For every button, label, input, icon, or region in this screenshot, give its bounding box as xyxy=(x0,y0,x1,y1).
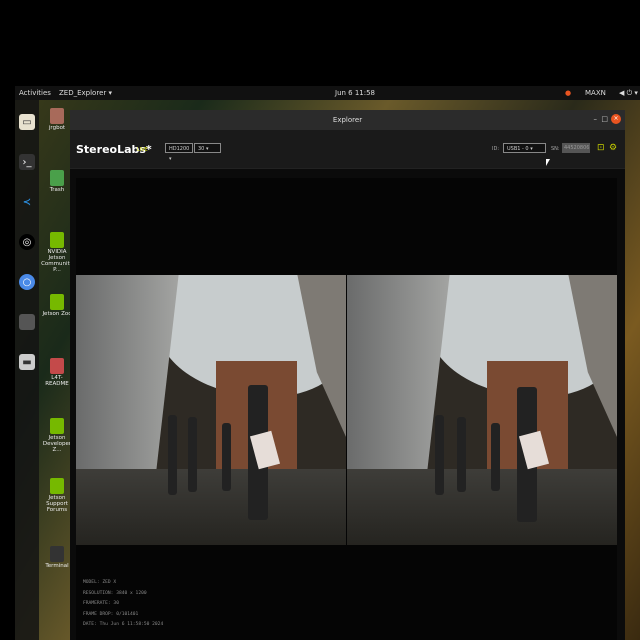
clock[interactable]: Jun 6 11:58 xyxy=(335,89,375,97)
status-icons[interactable]: ◀ ⏻ ▾ xyxy=(619,89,638,98)
right-camera-view xyxy=(347,275,617,545)
title-bar[interactable]: Explorer – □ × xyxy=(70,110,625,130)
top-bar: Activities ZED_Explorer ▾ Jun 6 11:58 ● … xyxy=(15,86,640,100)
close-button[interactable]: × xyxy=(611,114,621,124)
obs-icon[interactable]: ◎ xyxy=(19,234,35,250)
info-resolution: RESOLUTION: 3840 x 1200 xyxy=(83,590,147,596)
dock: ▭ ›_ ≺ ◎ ○ ▬ xyxy=(15,100,39,640)
serial-number-field: 44520806 xyxy=(562,143,590,153)
live-indicator: LIVE xyxy=(137,147,148,153)
resolution-select[interactable]: HD1200 ▾ xyxy=(165,143,193,162)
vscode-icon[interactable]: ≺ xyxy=(19,194,35,210)
desktop-icon[interactable]: jrgbot xyxy=(41,108,73,131)
chromium-icon[interactable]: ○ xyxy=(19,274,35,290)
info-framerate: FRAMERATE: 30 xyxy=(83,601,119,606)
window-title: Explorer xyxy=(332,116,363,124)
app-menu[interactable]: ZED_Explorer ▾ xyxy=(59,89,112,97)
fps-select[interactable]: 30 ▾ xyxy=(194,143,221,153)
desktop-icon[interactable]: Terminal xyxy=(41,546,73,569)
left-camera-view xyxy=(76,275,346,545)
mouse-cursor xyxy=(546,159,550,166)
power-mode[interactable]: MAXN xyxy=(585,89,606,97)
maximize-button[interactable]: □ xyxy=(601,115,608,123)
desktop-icon[interactable]: Jetson Zoo xyxy=(41,294,73,317)
explorer-window: Explorer – □ × StereoLabs* LIVE HD1200 ▾… xyxy=(70,110,625,640)
info-model: MODEL: ZED X xyxy=(83,580,117,585)
info-frame-drop: FRAME DROP: 0/101401 xyxy=(83,611,139,617)
files-icon[interactable]: ▭ xyxy=(19,114,35,130)
toolbar: StereoLabs* LIVE HD1200 ▾ 30 ▾ ID: USB1 … xyxy=(70,130,625,169)
terminal-icon[interactable]: ›_ xyxy=(19,154,35,170)
desktop-icon[interactable]: Jetson Support Forums xyxy=(41,478,73,513)
minimize-button[interactable]: – xyxy=(594,115,598,123)
info-date: DATE: Thu Jun 6 11:58:50 2024 xyxy=(83,622,164,627)
desktop-icon[interactable]: L4T-README xyxy=(41,358,73,387)
zed-icon[interactable] xyxy=(19,314,35,330)
desktop-icon[interactable]: Jetson Developer Z... xyxy=(41,418,73,453)
desktop-icon[interactable]: NVIDIA Jetson Community P... xyxy=(41,232,73,273)
disk-icon[interactable]: ▬ xyxy=(19,354,35,370)
nvidia-icon[interactable]: ● xyxy=(565,89,571,97)
stereo-video-feed xyxy=(76,275,617,545)
camera-info: MODEL: ZED X RESOLUTION: 3840 x 1200 FRA… xyxy=(83,578,163,631)
record-icon[interactable]: ⊡ xyxy=(597,143,606,154)
camera-id-select[interactable]: USB1 - 0 ▾ xyxy=(503,143,546,153)
desktop-icon[interactable]: Trash xyxy=(41,170,73,193)
activities-button[interactable]: Activities xyxy=(19,89,51,97)
sn-label: SN: xyxy=(551,146,560,152)
id-label: ID: xyxy=(492,146,500,152)
video-viewer: MODEL: ZED X RESOLUTION: 3840 x 1200 FRA… xyxy=(76,178,617,640)
settings-gear-icon[interactable]: ⚙ xyxy=(609,143,618,154)
